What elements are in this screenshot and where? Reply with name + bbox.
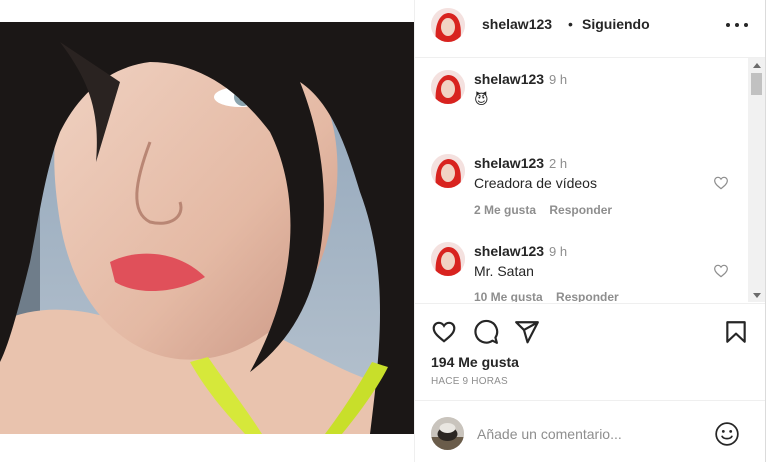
comment-item: shelaw123 2 h Creadora de vídeos 2 Me gu…	[415, 142, 766, 230]
commenter-avatar[interactable]	[431, 242, 465, 276]
comment-item: shelaw123 9 h Mr. Satan 10 Me gusta Resp…	[415, 230, 766, 302]
comment-username[interactable]: shelaw123	[474, 243, 544, 259]
more-options-icon[interactable]	[726, 16, 748, 34]
post-photo-illustration	[0, 22, 414, 434]
post-media-panel	[0, 0, 414, 462]
comment-text: 😈	[474, 91, 489, 107]
scrollbar-thumb[interactable]	[751, 73, 762, 95]
caption-comment: shelaw123 9 h 😈	[415, 58, 766, 140]
comment-meta: 2 Me gusta Responder	[474, 203, 612, 217]
comment-likes-count[interactable]: 2 Me gusta	[474, 203, 536, 217]
post-timestamp[interactable]: HACE 9 HORAS	[431, 376, 508, 387]
author-username[interactable]: shelaw123	[482, 16, 552, 32]
header-separator: •	[568, 16, 573, 32]
post-header: shelaw123 • Siguiendo	[415, 0, 766, 58]
comment-username[interactable]: shelaw123	[474, 155, 544, 171]
follow-status-button[interactable]: Siguiendo	[582, 16, 650, 32]
comment-like-heart-icon[interactable]	[713, 263, 729, 279]
comment-likes-count[interactable]: 10 Me gusta	[474, 290, 543, 302]
comment-meta: 10 Me gusta Responder	[474, 290, 619, 302]
comment-text: Mr. Satan	[474, 263, 534, 279]
comment-like-heart-icon[interactable]	[713, 175, 729, 191]
commenter-avatar[interactable]	[431, 70, 465, 104]
comment-username[interactable]: shelaw123	[474, 71, 544, 87]
reply-button[interactable]: Responder	[549, 203, 612, 217]
comment-time[interactable]: 9 h	[549, 72, 567, 87]
comment-list[interactable]: shelaw123 9 h 😈 shelaw123 2 h Creadora d…	[415, 58, 766, 302]
likes-count[interactable]: 194 Me gusta	[431, 354, 519, 370]
scroll-up-arrow-icon[interactable]	[748, 58, 765, 72]
current-user-avatar[interactable]	[431, 417, 464, 450]
author-avatar[interactable]	[431, 8, 465, 42]
add-comment-bar	[415, 400, 766, 462]
paper-plane-icon[interactable]	[514, 319, 540, 345]
bookmark-icon[interactable]	[723, 319, 749, 345]
scroll-down-arrow-icon[interactable]	[748, 288, 765, 302]
smiley-icon[interactable]	[714, 421, 740, 447]
comment-icon[interactable]	[473, 319, 499, 345]
comment-time[interactable]: 9 h	[549, 244, 567, 259]
comment-text: Creadora de vídeos	[474, 175, 597, 191]
post-details-panel: shelaw123 • Siguiendo shelaw123 9 h 😈 sh…	[414, 0, 766, 462]
post-actions: 194 Me gusta HACE 9 HORAS	[415, 303, 766, 399]
post-photo[interactable]	[0, 22, 414, 434]
comments-scrollbar[interactable]	[748, 58, 765, 302]
comment-input[interactable]	[477, 422, 697, 446]
heart-icon[interactable]	[431, 319, 457, 345]
comment-time[interactable]: 2 h	[549, 156, 567, 171]
reply-button[interactable]: Responder	[556, 290, 619, 302]
commenter-avatar[interactable]	[431, 154, 465, 188]
